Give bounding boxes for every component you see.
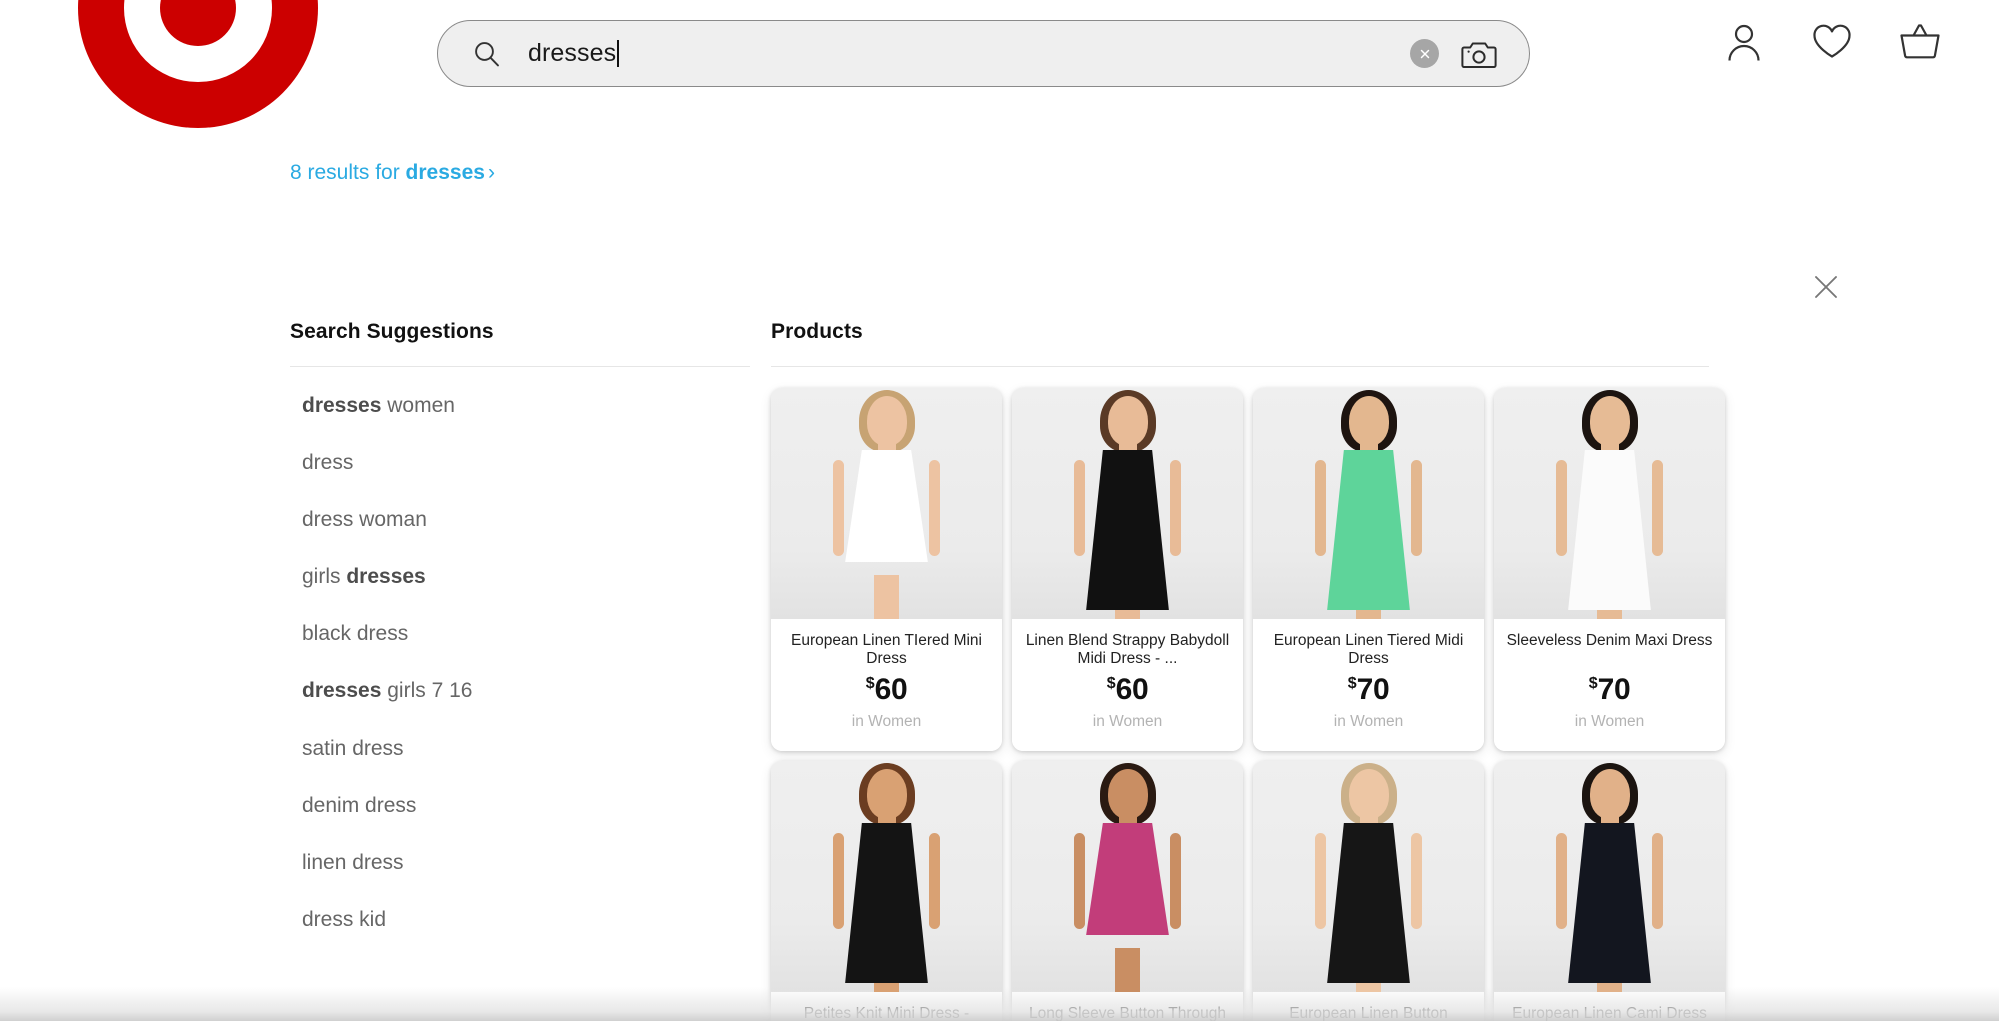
results-link[interactable]: 8 results for dresses › [290,161,495,185]
products-title: Products [771,320,863,343]
currency-symbol: $ [865,675,875,692]
suggestion-item[interactable]: dress woman [290,491,750,548]
wishlist-heart-icon[interactable] [1809,18,1855,64]
product-image [1494,761,1725,992]
search-suggestions-list: dresses women dress dress woman girls dress… [290,377,750,948]
suggestion-item[interactable]: satin dress [290,720,750,777]
product-card[interactable]: European Linen Button Through Midi Dress… [1253,761,1484,1021]
suggestion-item[interactable]: denim dress [290,777,750,834]
product-card[interactable]: Petites Knit Mini Dress - Dannii Minogue… [771,761,1002,1021]
product-category: in Women [851,713,922,730]
price-amount: 60 [1115,673,1149,706]
product-title: Petites Knit Mini Dress - Dannii Minogue [803,1005,970,1021]
product-info: Linen Blend Strappy Babydoll Midi Dress … [1012,619,1243,751]
suggestion-item[interactable]: black dress [290,605,750,662]
search-suggestions-panel: 8 results for dresses › Search Suggestion… [0,112,1999,1021]
product-category: in Women [1333,713,1404,730]
product-info: European Linen Button Through Midi Dress… [1253,992,1484,1021]
clear-search-button[interactable] [1410,39,1439,68]
account-icon[interactable] [1721,18,1767,64]
suggestion-item[interactable]: dress kid [290,891,750,948]
target-bullseye-logo[interactable] [78,0,318,128]
close-icon[interactable] [1809,270,1843,304]
chevron-right-icon: › [487,161,495,184]
product-image [771,761,1002,992]
product-grid: European Linen TIered Mini Dress $60 in Wo… [771,388,1725,1021]
currency-symbol: $ [1106,675,1116,692]
suggestion-item[interactable]: dress [290,434,750,491]
search-icon [472,39,502,69]
product-card[interactable]: European Linen Tiered Midi Dress $70 in Wo… [1253,388,1484,751]
divider [771,366,1709,367]
product-image [1012,761,1243,992]
product-card[interactable]: Linen Blend Strappy Babydoll Midi Dress … [1012,388,1243,751]
results-count-text: 8 results for [290,161,406,184]
suggestion-item[interactable]: dresses women [290,377,750,434]
price-amount: 70 [1356,673,1390,706]
product-image [1494,388,1725,619]
camera-icon[interactable] [1461,38,1497,70]
product-title: European Linen Tiered Midi Dress [1273,632,1464,667]
product-card[interactable]: Sleeveless Denim Maxi Dress $70 in Women [1494,388,1725,751]
text-caret [617,40,620,67]
product-info: European Linen Cami Dress$60in Women [1494,992,1725,1021]
price-amount: 70 [1597,673,1631,706]
product-title: European Linen Cami Dress [1512,1005,1707,1021]
product-title: Long Sleeve Button Through Mini Dress [1028,1005,1227,1021]
product-price: $60 [781,675,992,705]
site-header: dresses [0,0,1999,128]
product-price: $60 [1022,675,1233,705]
divider [290,366,750,367]
product-card[interactable]: European Linen TIered Mini Dress $60 in Wo… [771,388,1002,751]
product-info: European Linen TIered Mini Dress $60 in Wo… [771,619,1002,751]
cart-basket-icon[interactable] [1897,18,1943,64]
search-input[interactable]: dresses [502,21,1410,86]
product-title: European Linen Button Through Midi Dress [1289,1005,1448,1021]
product-category: in Women [1092,713,1163,730]
suggestion-item[interactable]: girls dresses [290,548,750,605]
currency-symbol: $ [1347,675,1357,692]
search-bar[interactable]: dresses [437,20,1530,87]
product-title: Linen Blend Strappy Babydoll Midi Dress … [1025,632,1230,667]
results-term: dresses [405,161,485,184]
products-column: Products European Linen TIered Mini Dres… [771,320,1725,1021]
product-price: $70 [1504,675,1715,705]
product-category: in Women [1574,713,1645,730]
product-info: Sleeveless Denim Maxi Dress $70 in Women [1494,619,1725,751]
target-search-overlay-page: dresses 8 results for dresses › Search S… [0,0,1999,1021]
suggestion-item[interactable]: dresses girls 7 16 [290,662,750,719]
product-title: Sleeveless Denim Maxi Dress [1506,632,1713,649]
product-card[interactable]: Long Sleeve Button Through Mini Dress$50… [1012,761,1243,1021]
search-suggestions-column: Search Suggestions dresses women dress dre… [290,320,750,948]
search-input-value: dresses [528,39,617,67]
product-info: European Linen Tiered Midi Dress $70 in Wo… [1253,619,1484,751]
product-image [1253,388,1484,619]
search-suggestions-title: Search Suggestions [290,320,494,343]
product-price: $70 [1263,675,1474,705]
price-amount: 60 [874,673,908,706]
product-image [771,388,1002,619]
product-info: Long Sleeve Button Through Mini Dress$50… [1012,992,1243,1021]
product-title: European Linen TIered Mini Dress [790,632,982,667]
product-image [1253,761,1484,992]
currency-symbol: $ [1588,675,1598,692]
product-info: Petites Knit Mini Dress - Dannii Minogue… [771,992,1002,1021]
product-image [1012,388,1243,619]
product-card[interactable]: European Linen Cami Dress$60in Women [1494,761,1725,1021]
suggestion-item[interactable]: linen dress [290,834,750,891]
header-icon-group [1721,18,1943,64]
